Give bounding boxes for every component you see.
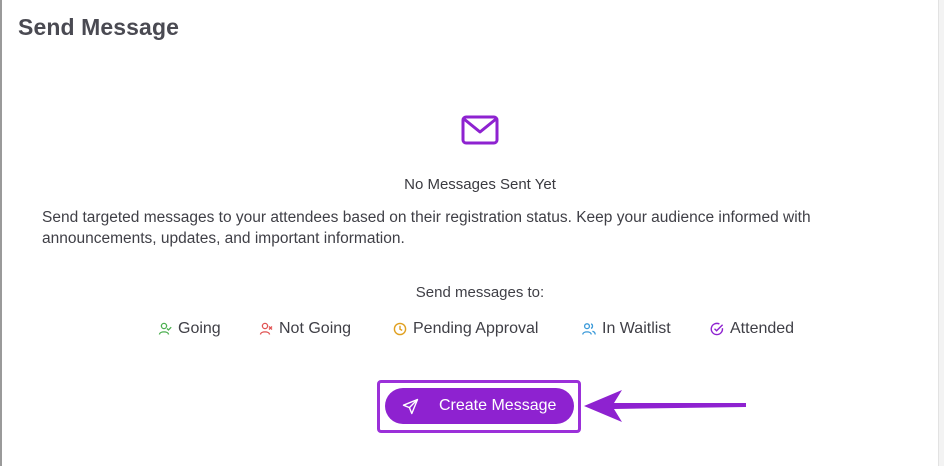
status-attended: Attended: [710, 320, 794, 338]
create-message-button[interactable]: Create Message: [385, 388, 574, 424]
status-in-waitlist: In Waitlist: [582, 320, 671, 338]
send-message-panel: Send Message No Messages Sent Yet Send t…: [0, 0, 944, 466]
send-messages-to-label: Send messages to:: [415, 284, 545, 301]
status-label: Going: [178, 320, 221, 337]
clock-icon: [393, 322, 407, 336]
check-circle-icon: [710, 322, 724, 336]
mail-icon: [461, 115, 499, 145]
status-pending-approval: Pending Approval: [393, 320, 538, 338]
status-label: In Waitlist: [602, 320, 671, 337]
status-going: Going: [158, 320, 221, 338]
page-title: Send Message: [18, 14, 179, 40]
empty-state-description: Send targeted messages to your attendees…: [42, 209, 811, 247]
user-check-icon: [158, 322, 172, 335]
status-label: Attended: [730, 320, 795, 337]
create-message-label: Create Message: [439, 397, 557, 414]
users-icon: [582, 323, 596, 335]
status-not-going: Not Going: [259, 320, 351, 338]
status-label: Pending Approval: [413, 320, 539, 337]
status-label: Not Going: [279, 320, 352, 337]
pointer-arrow: [584, 390, 746, 422]
user-x-icon: [259, 322, 273, 335]
audience-status-list: Going Not Going Pending Approval In Wait…: [0, 320, 944, 342]
send-icon: [402, 398, 419, 415]
left-divider: [0, 0, 2, 466]
scrollbar-track[interactable]: [938, 0, 944, 466]
empty-state-title: No Messages Sent Yet: [404, 176, 556, 193]
